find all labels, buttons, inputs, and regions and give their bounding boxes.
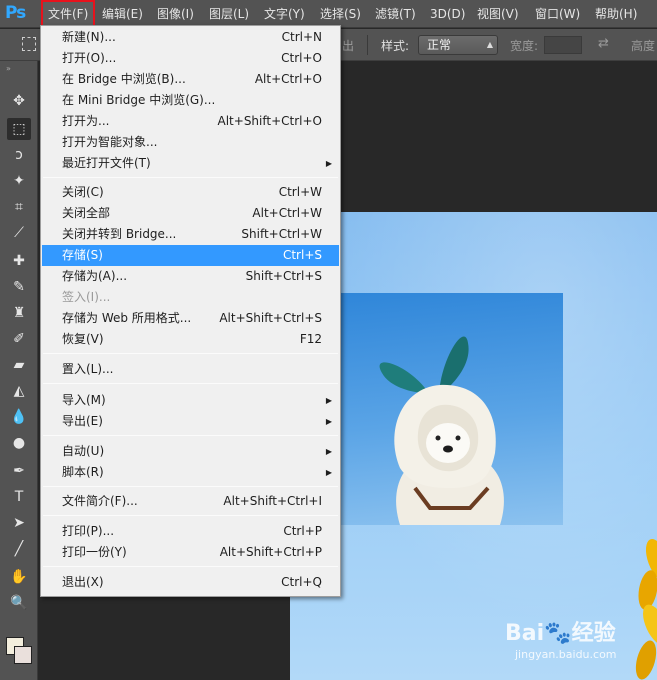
updown-arrows-icon: ▲ — [486, 40, 493, 49]
dog-photo-layer[interactable] — [330, 293, 563, 525]
menu-help[interactable]: 帮助(H) — [590, 0, 642, 28]
menu-separator — [43, 486, 338, 487]
menu-item-print[interactable]: 打印(P)... Ctrl+P — [42, 521, 339, 542]
menu-item-place[interactable]: 置入(L)... — [42, 359, 339, 380]
menu-item-file-info[interactable]: 文件简介(F)... Alt+Shift+Ctrl+I — [42, 491, 339, 512]
menu-item-close-goto-bridge[interactable]: 关闭并转到 Bridge... Shift+Ctrl+W — [42, 224, 339, 245]
swap-icon[interactable]: ⇄ — [598, 36, 609, 51]
options-divider — [367, 35, 368, 55]
menu-view[interactable]: 视图(V) — [472, 0, 524, 28]
watermark-url: jingyan.baidu.com — [515, 648, 617, 661]
menu-item-new[interactable]: 新建(N)... Ctrl+N — [42, 27, 339, 48]
menu-file[interactable]: 文件(F) — [41, 0, 96, 27]
watermark-brand: Bai — [505, 621, 545, 646]
blur-tool-icon[interactable]: 💧 — [7, 406, 31, 428]
menu-layer[interactable]: 图层(L) — [204, 0, 254, 28]
healing-brush-tool-icon[interactable]: ✚ — [7, 250, 31, 272]
menu-separator — [43, 435, 338, 436]
menu-edit[interactable]: 编辑(E) — [97, 0, 148, 28]
magic-wand-tool-icon[interactable]: ✦ — [7, 170, 31, 192]
pen-tool-icon[interactable]: ✒ — [7, 460, 31, 482]
menu-select[interactable]: 选择(S) — [315, 0, 366, 28]
rect-marquee-tool-icon[interactable]: ⬚ — [7, 118, 31, 140]
menu-item-browse-bridge[interactable]: 在 Bridge 中浏览(B)... Alt+Ctrl+O — [42, 69, 339, 90]
menu-item-revert[interactable]: 恢复(V) F12 — [42, 329, 339, 350]
menu-item-open-smart-object[interactable]: 打开为智能对象... — [42, 132, 339, 153]
panel-collapse-icon[interactable]: » — [6, 64, 12, 73]
menu-item-export[interactable]: 导出(E) ▶ — [42, 411, 339, 432]
height-label: 高度 — [631, 39, 656, 53]
style-select-value: 正常 — [427, 38, 452, 52]
menu-image[interactable]: 图像(I) — [152, 0, 199, 28]
menu-type[interactable]: 文字(Y) — [259, 0, 310, 28]
submenu-arrow-icon: ▶ — [325, 417, 332, 426]
menu-item-automate[interactable]: 自动(U) ▶ — [42, 441, 339, 462]
submenu-arrow-icon: ▶ — [325, 159, 332, 168]
photoshop-logo: Ps — [5, 3, 26, 23]
menu-item-save-for-web[interactable]: 存储为 Web 所用格式... Alt+Shift+Ctrl+S — [42, 308, 339, 329]
options-partial-label: 出 — [342, 39, 355, 53]
style-label: 样式: — [381, 39, 410, 53]
menu-separator — [43, 177, 338, 178]
menu-item-open-as[interactable]: 打开为... Alt+Shift+Ctrl+O — [42, 111, 339, 132]
history-brush-tool-icon[interactable]: ✐ — [7, 328, 31, 350]
menu-window[interactable]: 窗口(W) — [530, 0, 585, 28]
eraser-tool-icon[interactable]: ▰ — [7, 354, 31, 376]
menu-filter[interactable]: 滤镜(T) — [370, 0, 421, 28]
tools-panel: » ✥ ⬚ ↄ ✦ ⌗ ⟋ ✚ ✎ ♜ ✐ ▰ ◭ 💧 ● ✒ T ➤ ╱ ✋ … — [0, 61, 38, 680]
menu-separator — [43, 383, 338, 384]
menu-item-import[interactable]: 导入(M) ▶ — [42, 390, 339, 411]
hand-tool-icon[interactable]: ✋ — [7, 566, 31, 588]
clone-stamp-tool-icon[interactable]: ♜ — [7, 302, 31, 324]
marquee-preset-icon[interactable] — [22, 37, 36, 51]
menu-item-browse-mini-bridge[interactable]: 在 Mini Bridge 中浏览(G)... — [42, 90, 339, 111]
submenu-arrow-icon: ▶ — [325, 468, 332, 477]
file-menu-dropdown: 新建(N)... Ctrl+N 打开(O)... Ctrl+O 在 Bridge 中… — [40, 25, 341, 597]
zoom-tool-icon[interactable]: 🔍 — [7, 592, 31, 614]
baidu-watermark: Bai🐾经验 — [505, 615, 616, 647]
menu-item-save[interactable]: 存储(S) Ctrl+S — [42, 245, 339, 266]
crop-tool-icon[interactable]: ⌗ — [7, 196, 31, 218]
eyedropper-tool-icon[interactable]: ⟋ — [7, 222, 31, 244]
width-input[interactable] — [544, 36, 582, 54]
path-selection-tool-icon[interactable]: ➤ — [7, 512, 31, 534]
submenu-arrow-icon: ▶ — [325, 396, 332, 405]
type-tool-icon[interactable]: T — [7, 486, 31, 508]
paint-bucket-tool-icon[interactable]: ◭ — [7, 380, 31, 402]
menu-item-scripts[interactable]: 脚本(R) ▶ — [42, 462, 339, 483]
menu-item-save-as[interactable]: 存储为(A)... Shift+Ctrl+S — [42, 266, 339, 287]
menu-3d[interactable]: 3D(D) — [425, 0, 470, 28]
menu-separator — [43, 515, 338, 516]
menu-item-check-in: 签入(I)... — [62, 290, 111, 304]
menu-item-close-all[interactable]: 关闭全部 Alt+Ctrl+W — [42, 203, 339, 224]
menu-item-recent-files[interactable]: 最近打开文件(T) ▶ — [42, 153, 339, 174]
style-select[interactable]: 正常 ▲ — [418, 35, 498, 55]
menu-item-print-one-copy[interactable]: 打印一份(Y) Alt+Shift+Ctrl+P — [42, 542, 339, 563]
brush-tool-icon[interactable]: ✎ — [7, 276, 31, 298]
watermark-brand-suffix: 经验 — [571, 621, 616, 646]
dodge-tool-icon[interactable]: ● — [7, 432, 31, 454]
paw-icon: 🐾 — [544, 621, 572, 646]
menu-item-close[interactable]: 关闭(C) Ctrl+W — [42, 182, 339, 203]
menu-bar: Ps 文件(F) 编辑(E) 图像(I) 图层(L) 文字(Y) 选择(S) 滤… — [0, 0, 657, 28]
width-label: 宽度: — [510, 39, 539, 53]
menu-separator — [43, 566, 338, 567]
menu-item-exit[interactable]: 退出(X) Ctrl+Q — [42, 572, 339, 593]
background-color-swatch[interactable] — [14, 646, 32, 664]
flower-image — [635, 539, 657, 680]
submenu-arrow-icon: ▶ — [325, 447, 332, 456]
dog-illustration — [379, 336, 504, 525]
menu-separator — [43, 353, 338, 354]
move-tool-icon[interactable]: ✥ — [7, 90, 31, 112]
menu-item-open[interactable]: 打开(O)... Ctrl+O — [42, 48, 339, 69]
line-tool-icon[interactable]: ╱ — [7, 538, 31, 560]
lasso-tool-icon[interactable]: ↄ — [7, 144, 31, 166]
